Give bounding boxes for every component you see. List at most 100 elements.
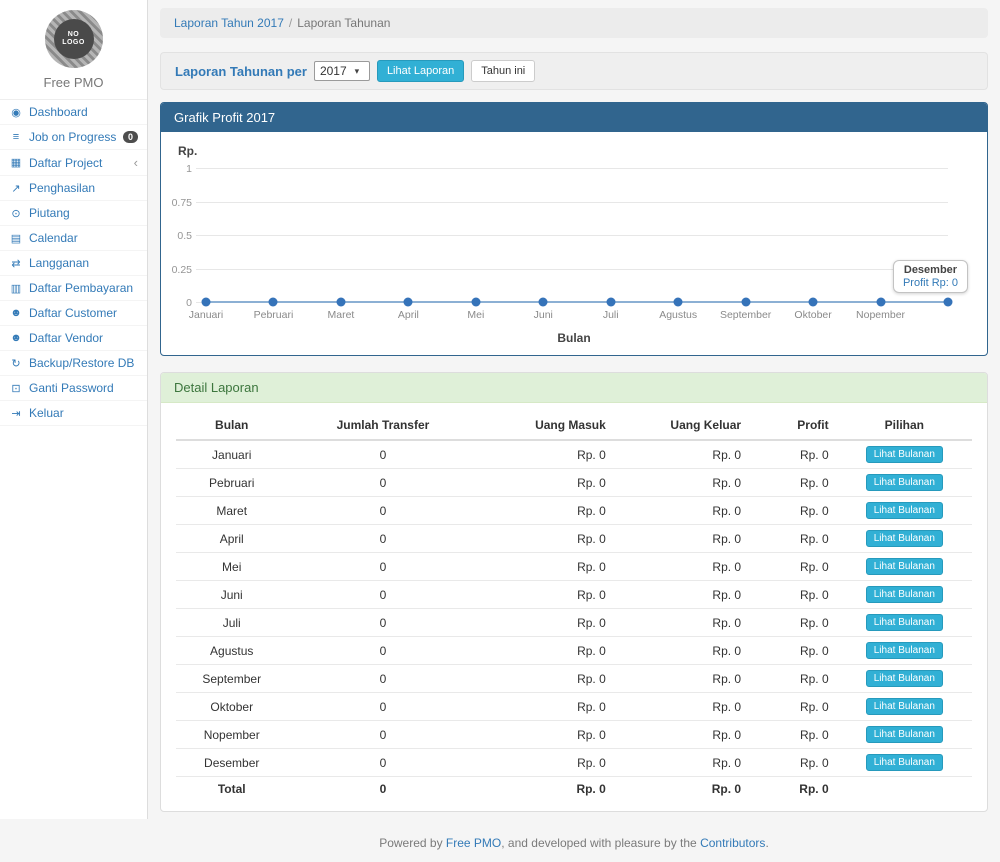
lihat-bulanan-button[interactable]: Lihat Bulanan [866,670,943,687]
total-row: Total 0 Rp. 0 Rp. 0 Rp. 0 [176,777,972,802]
lihat-bulanan-button[interactable]: Lihat Bulanan [866,530,943,547]
data-point-juli[interactable] [606,298,615,307]
tahun-ini-button[interactable]: Tahun ini [471,60,535,82]
data-point-nopember[interactable] [876,298,885,307]
sidebar-item-daftar-customer[interactable]: ☻Daftar Customer [0,301,147,326]
chart-icon: ↗ [9,182,23,195]
sidebar-item-label: Ganti Password [29,381,138,395]
lock-icon: ⊡ [9,382,23,395]
data-point-mei[interactable] [471,298,480,307]
action-cell: Lihat Bulanan [837,525,972,553]
sidebar-item-piutang[interactable]: ⊙Piutang [0,201,147,226]
action-cell: Lihat Bulanan [837,721,972,749]
lihat-bulanan-button[interactable]: Lihat Bulanan [866,446,943,463]
lihat-bulanan-button[interactable]: Lihat Bulanan [866,474,943,491]
chart-body: Rp. Desember Profit Rp: 0 10.750.50.250 … [161,132,987,355]
data-point-desember[interactable] [944,298,953,307]
uang-masuk-cell: Rp. 0 [478,497,613,525]
sidebar-item-label: Daftar Pembayaran [29,281,138,295]
table-row-juli: Juli0Rp. 0Rp. 0Rp. 0Lihat Bulanan [176,609,972,637]
data-point-pebruari[interactable] [269,298,278,307]
transfer-cell: 0 [287,637,478,665]
uang-keluar-cell: Rp. 0 [614,581,749,609]
uang-masuk-cell: Rp. 0 [478,553,613,581]
year-select-value: 2017 [320,64,347,78]
lihat-bulanan-button[interactable]: Lihat Bulanan [866,614,943,631]
uang-keluar-cell: Rp. 0 [614,553,749,581]
chevron-left-icon: ‹ [134,155,138,170]
profit-cell: Rp. 0 [749,440,837,469]
data-point-oktober[interactable] [809,298,818,307]
action-cell: Lihat Bulanan [837,637,972,665]
lihat-bulanan-button[interactable]: Lihat Bulanan [866,558,943,575]
transfer-cell: 0 [287,749,478,777]
profit-cell: Rp. 0 [749,665,837,693]
detail-body: BulanJumlah TransferUang MasukUang Kelua… [161,403,987,811]
total-empty-cell [837,777,972,802]
breadcrumb-current: Laporan Tahunan [297,16,390,30]
y-tick-label: 1 [158,163,192,175]
data-point-april[interactable] [404,298,413,307]
exchange-icon: ⇄ [9,257,23,270]
sidebar-item-label: Langganan [29,256,138,270]
sidebar-item-job-on-progress[interactable]: ≡Job on Progress0 [0,125,147,150]
data-point-juni[interactable] [539,298,548,307]
sidebar-item-keluar[interactable]: ⇥Keluar [0,401,147,426]
sidebar-item-penghasilan[interactable]: ↗ Penghasilan [0,176,147,201]
total-profit: Rp. 0 [749,777,837,802]
uang-keluar-cell: Rp. 0 [614,469,749,497]
footer: Powered by Free PMO, and developed with … [160,822,988,862]
profit-cell: Rp. 0 [749,497,837,525]
sidebar-item-daftar-vendor[interactable]: ☻Daftar Vendor [0,326,147,351]
lihat-bulanan-button[interactable]: Lihat Bulanan [866,698,943,715]
contributors-link[interactable]: Contributors [700,836,765,850]
lihat-bulanan-button[interactable]: Lihat Bulanan [866,726,943,743]
lihat-bulanan-button[interactable]: Lihat Bulanan [866,586,943,603]
sidebar-item-daftar-pembayaran[interactable]: ▥ Daftar Pembayaran [0,276,147,301]
uang-masuk-cell: Rp. 0 [478,693,613,721]
uang-keluar-cell: Rp. 0 [614,637,749,665]
lihat-bulanan-button[interactable]: Lihat Bulanan [866,642,943,659]
sidebar-item-calendar[interactable]: ▤Calendar [0,226,147,251]
month-cell: Pebruari [176,469,287,497]
uang-masuk-cell: Rp. 0 [478,665,613,693]
detail-panel-title: Detail Laporan [161,373,987,403]
year-select[interactable]: 2017 ▾ [314,61,370,81]
y-axis-title: Rp. [178,144,972,158]
footer-text: , and developed with pleasure by the [501,836,700,850]
uang-masuk-cell: Rp. 0 [478,581,613,609]
sidebar-item-label: Penghasilan [29,181,138,195]
lihat-bulanan-button[interactable]: Lihat Bulanan [866,502,943,519]
profit-line [206,301,948,303]
lihat-bulanan-button[interactable]: Lihat Bulanan [866,754,943,771]
table-row-januari: Januari0Rp. 0Rp. 0Rp. 0Lihat Bulanan [176,440,972,469]
uang-keluar-cell: Rp. 0 [614,609,749,637]
month-cell: Januari [176,440,287,469]
data-point-september[interactable] [741,298,750,307]
total-uang-masuk: Rp. 0 [478,777,613,802]
lihat-laporan-button[interactable]: Lihat Laporan [377,60,464,82]
payment-icon: ▥ [9,282,23,295]
sidebar-item-daftar-project[interactable]: ▦Daftar Project‹ [0,150,147,176]
month-cell: April [176,525,287,553]
action-cell: Lihat Bulanan [837,497,972,525]
gridline: 0.5 [196,235,948,236]
x-tick-label: Januari [189,309,223,321]
chart-tooltip: Desember Profit Rp: 0 [893,260,968,293]
sidebar-item-backup-restore-db[interactable]: ↻Backup/Restore DB [0,351,147,376]
report-table: BulanJumlah TransferUang MasukUang Kelua… [176,411,972,801]
data-point-agustus[interactable] [674,298,683,307]
data-point-januari[interactable] [202,298,211,307]
month-cell: September [176,665,287,693]
action-cell: Lihat Bulanan [837,469,972,497]
sidebar-item-ganti-password[interactable]: ⊡ Ganti Password [0,376,147,401]
total-transfer: 0 [287,777,478,802]
free-pmo-link[interactable]: Free PMO [446,836,501,850]
uang-keluar-cell: Rp. 0 [614,497,749,525]
breadcrumb-link[interactable]: Laporan Tahun 2017 [174,16,284,30]
data-point-maret[interactable] [336,298,345,307]
sidebar-item-dashboard[interactable]: ◉Dashboard [0,100,147,125]
sidebar-item-langganan[interactable]: ⇄ Langganan [0,251,147,276]
column-header-uang-masuk: Uang Masuk [478,411,613,440]
brand-name: Free PMO [0,75,147,90]
